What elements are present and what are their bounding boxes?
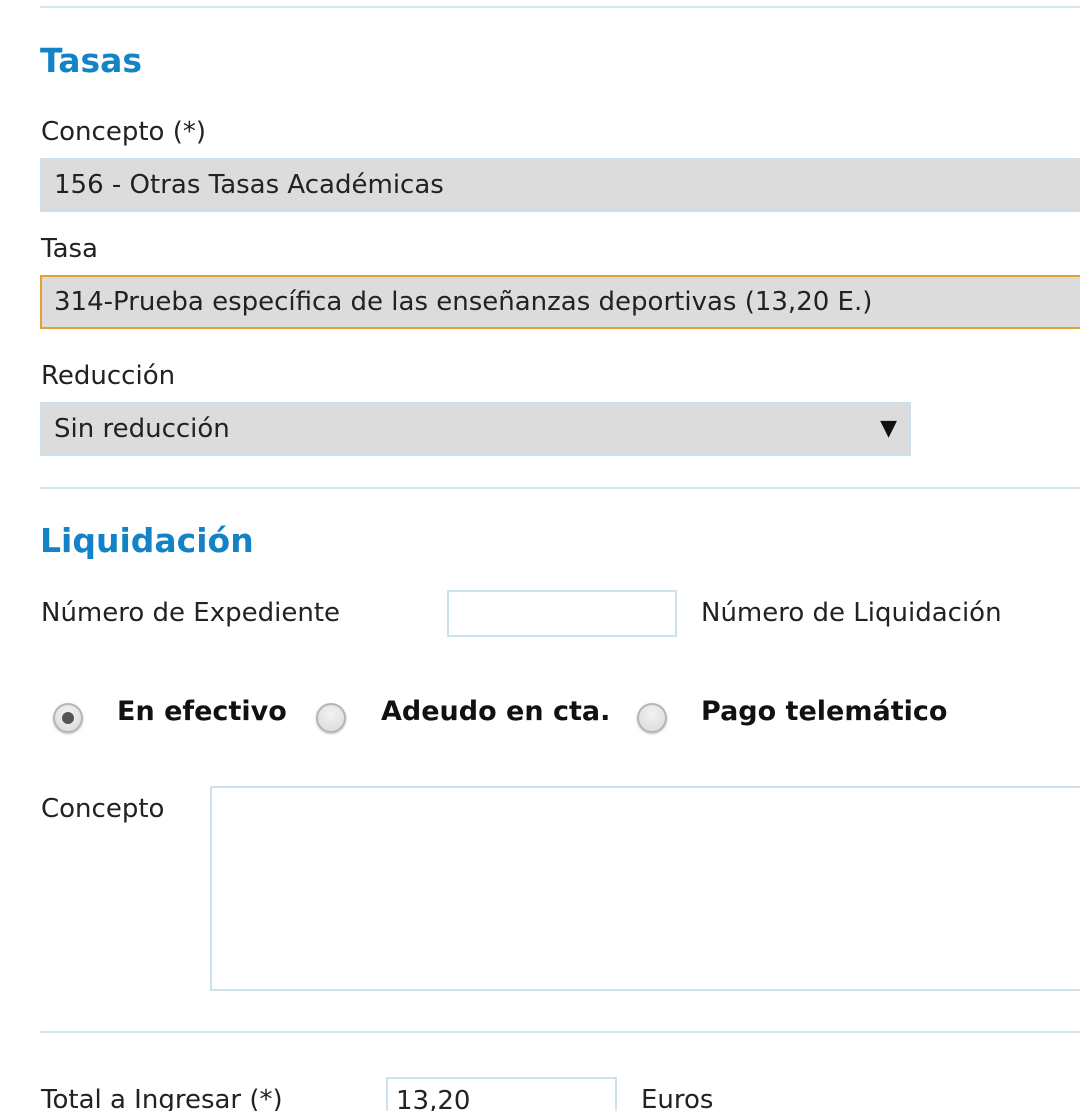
radio-label-en-efectivo[interactable]: En efectivo <box>117 695 287 729</box>
bottom-divider <box>40 1031 1080 1033</box>
radio-pago-telematico[interactable] <box>637 703 667 733</box>
section-divider <box>40 487 1080 489</box>
tasa-select-value: 314-Prueba específica de las enseñanzas … <box>54 287 873 317</box>
reduccion-select[interactable]: Sin reducción ▼ <box>40 402 911 456</box>
expediente-label: Número de Expediente <box>41 598 341 628</box>
top-divider <box>40 6 1080 8</box>
tasa-select-label: Tasa <box>41 234 98 264</box>
concepto-select-value: 156 - Otras Tasas Académicas <box>54 170 444 200</box>
concepto-select-label: Concepto (*) <box>41 117 206 147</box>
radio-label-adeudo-en-cta[interactable]: Adeudo en cta. <box>381 695 610 729</box>
liquidacion-section-title: Liquidación <box>40 521 254 560</box>
chevron-down-icon: ▼ <box>880 416 897 441</box>
reduccion-select-value: Sin reducción <box>54 414 230 444</box>
tasas-section-title: Tasas <box>40 41 143 80</box>
total-input-value: 13,20 <box>396 1086 471 1111</box>
total-label: Total a Ingresar (*) <box>41 1085 283 1111</box>
reduccion-select-label: Reducción <box>41 361 176 391</box>
radio-label-pago-telematico[interactable]: Pago telemático <box>701 695 947 729</box>
liquidacion-number-label: Número de Liquidación <box>701 598 1002 628</box>
radio-en-efectivo[interactable] <box>53 703 83 733</box>
concepto-textarea-label: Concepto <box>41 794 165 824</box>
concepto-textarea[interactable] <box>210 786 1080 991</box>
radio-adeudo-en-cta[interactable] <box>316 703 346 733</box>
tasa-select[interactable]: 314-Prueba específica de las enseñanzas … <box>40 275 1080 329</box>
total-input[interactable]: 13,20 <box>386 1077 617 1111</box>
expediente-input[interactable] <box>447 590 677 637</box>
concepto-select[interactable]: 156 - Otras Tasas Académicas <box>40 158 1080 212</box>
currency-label: Euros <box>641 1085 714 1111</box>
radio-selected-dot <box>62 712 74 724</box>
